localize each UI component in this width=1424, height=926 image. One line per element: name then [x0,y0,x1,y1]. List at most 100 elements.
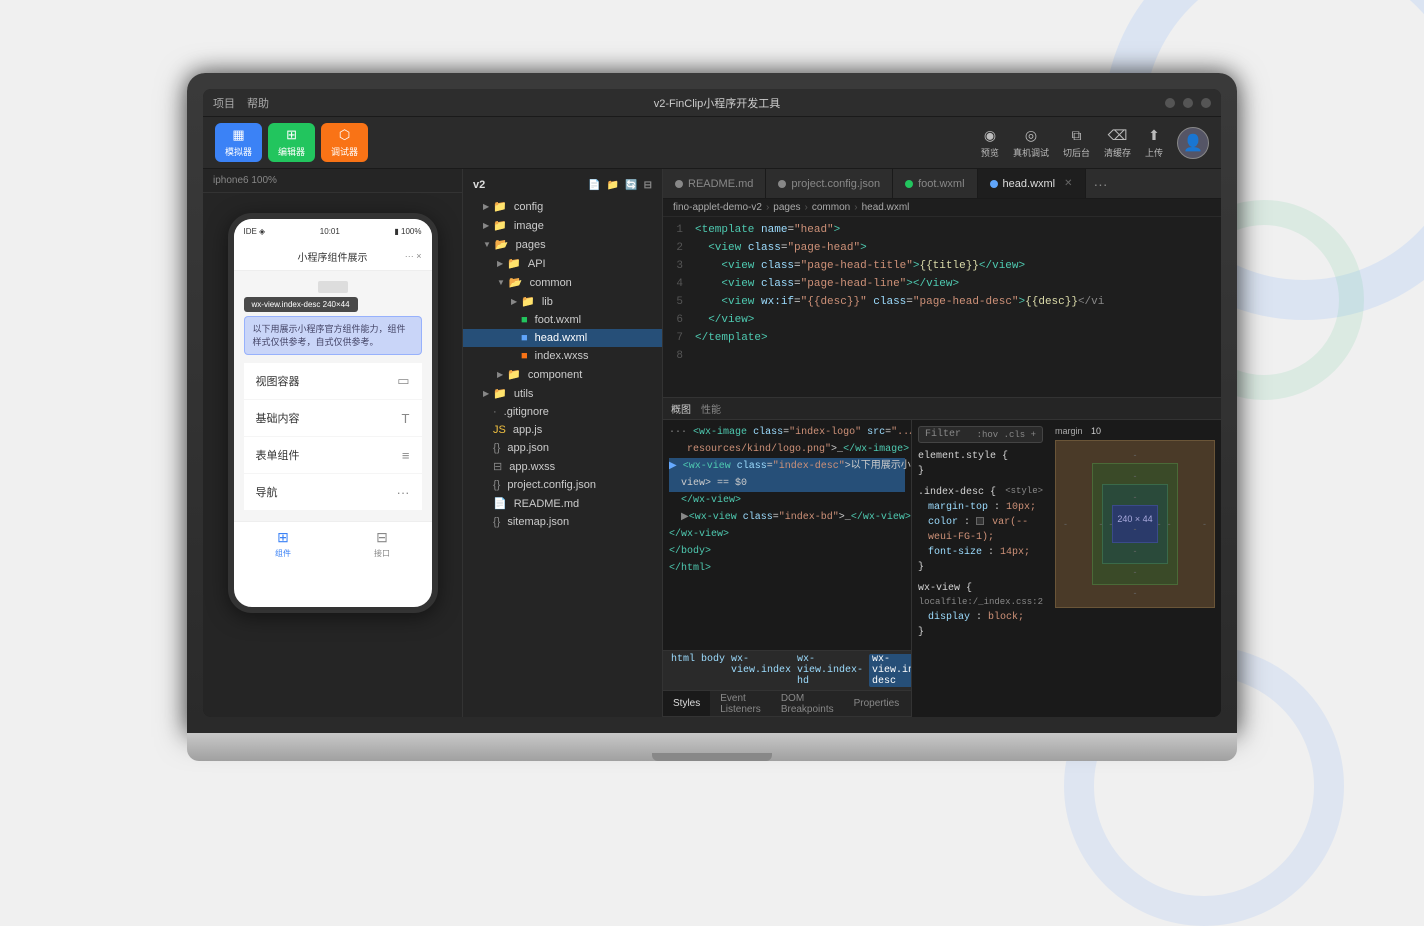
phone-menu-label-4: 导航 [256,484,278,500]
phone-nav-api[interactable]: ⊟ 接口 [333,529,432,559]
file-icon: {} [493,442,500,454]
editor-button[interactable]: ⊞ 编辑器 [268,123,315,162]
phone-title-bar: 小程序组件展示 ··· × [234,243,432,271]
clear-action[interactable]: ⌫ 清缓存 [1104,127,1131,159]
file-sitemap[interactable]: {} sitemap.json [463,513,662,531]
styles-filter[interactable]: Filter :hov .cls + [918,426,1043,443]
nav-components-icon: ⊞ [277,529,289,546]
tab-foot-wxml[interactable]: foot.wxml [893,169,977,198]
tab-more-button[interactable]: ··· [1086,169,1116,198]
preview-action[interactable]: ◉ 预览 [981,127,999,159]
file-app-wxss[interactable]: ⊟ app.wxss [463,457,662,476]
editor-breadcrumb: fino-applet-demo-v2 › pages › common › h… [663,199,1221,217]
folder-api[interactable]: ▶ 📁 API [463,254,662,273]
file-icon: {} [493,479,500,491]
styles-content: Filter :hov .cls + element.style { } [912,420,1221,717]
folder-pages[interactable]: ▼ 📂 pages [463,235,662,254]
laptop: 项目 帮助 v2-FinClip小程序开发工具 ▦ [187,73,1237,793]
dom-crumb-body[interactable]: body [701,654,725,687]
dom-crumb-html[interactable]: html [671,654,695,687]
phone-menu-item-2[interactable]: 基础内容 T [244,400,422,436]
simulator-button[interactable]: ▦ 模拟器 [215,123,262,162]
cut-action[interactable]: ⧉ 切后台 [1063,127,1090,159]
folder-arrow: ▶ [483,221,489,230]
folder-label: component [528,369,582,381]
file-app-js[interactable]: JS app.js [463,421,662,439]
folder-arrow: ▼ [483,240,491,249]
folder-component[interactable]: ▶ 📁 component [463,365,662,384]
file-readme[interactable]: 📄 README.md [463,494,662,513]
border-bottom-val: - [1133,567,1136,577]
file-gitignore[interactable]: · .gitignore [463,403,662,421]
tab-readme[interactable]: README.md [663,169,766,198]
folder-config[interactable]: ▶ 📁 config [463,197,662,216]
folder-arrow: ▶ [483,202,489,211]
new-folder-icon[interactable]: 📁 [607,180,619,191]
styles-tab-styles[interactable]: Styles [663,691,710,716]
phone-highlight-text: 以下用展示小程序官方组件能力，组件样式仅供参考，自式仅供参考。 [253,324,406,347]
styles-panel: Filter :hov .cls + element.style { } [911,420,1221,717]
folder-arrow: ▶ [497,370,503,379]
phone-menu-item-3[interactable]: 表单组件 ≡ [244,437,422,473]
box-model-title: margin [1055,426,1083,436]
upload-action[interactable]: ⬆ 上传 [1145,127,1163,159]
folder-arrow: ▶ [511,297,517,306]
margin-top-val: - [1134,450,1137,460]
file-icon: 📄 [493,497,507,510]
file-foot-wxml[interactable]: ■ foot.wxml [463,311,662,329]
maximize-button[interactable] [1183,98,1193,108]
upload-icon: ⬆ [1148,127,1160,144]
dom-crumb-hd[interactable]: wx-view.index-hd [797,654,863,687]
folder-utils[interactable]: ▶ 📁 utils [463,384,662,403]
tab-head-wxml[interactable]: head.wxml ✕ [978,169,1086,198]
file-project-config[interactable]: {} project.config.json [463,476,662,494]
debug-icon: ⬡ [339,127,350,143]
styles-tab-dom[interactable]: DOM Breakpoints [771,691,844,716]
styles-tab-events[interactable]: Event Listeners [710,691,771,716]
dom-crumb-desc[interactable]: wx-view.index-desc [869,654,911,687]
debug-button[interactable]: ⬡ 调试器 [321,123,368,162]
editor-tab-bar: README.md project.config.json foot.wxml [663,169,1221,199]
realdev-action[interactable]: ◎ 真机调试 [1013,127,1049,159]
close-button[interactable] [1201,98,1211,108]
clear-icon: ⌫ [1108,127,1128,144]
border-right-val: - [1168,519,1171,529]
file-label: app.json [507,442,549,454]
menu-project[interactable]: 项目 [213,95,235,111]
phone-menu-icon-2: T [402,411,410,426]
user-avatar[interactable]: 👤 [1177,127,1209,159]
file-head-wxml[interactable]: ■ head.wxml [463,329,662,347]
phone-menu-item-4[interactable]: 导航 ··· [244,474,422,510]
tab-project-config[interactable]: project.config.json [766,169,893,198]
folder-common[interactable]: ▼ 📂 common [463,273,662,292]
tab-close-button[interactable]: ✕ [1064,178,1072,189]
new-file-icon[interactable]: 📄 [588,180,600,191]
folder-label: API [528,258,546,270]
code-editor[interactable]: 1 <template name="head"> 2 <view class="… [663,217,1221,397]
refresh-icon[interactable]: 🔄 [625,180,637,191]
devtools-upper-tabs: 概图 性能 [663,398,1221,420]
content-dimensions: 240 × 44 [1117,514,1152,524]
collapse-icon[interactable]: ⊟ [644,180,652,191]
box-model: margin 10 - - [1055,426,1215,711]
minimize-button[interactable] [1165,98,1175,108]
folder-lib[interactable]: ▶ 📁 lib [463,292,662,311]
file-explorer-header: v2 📄 📁 🔄 ⊟ [463,173,662,197]
file-app-json[interactable]: {} app.json [463,439,662,457]
folder-image[interactable]: ▶ 📁 image [463,216,662,235]
tab-perf[interactable]: 性能 [701,401,721,416]
folder-arrow: ▶ [497,259,503,268]
toolbar-actions: ◉ 预览 ◎ 真机调试 ⧉ 切后台 ⌫ 清缓存 [981,127,1209,159]
menu-help[interactable]: 帮助 [247,95,269,111]
dom-crumb-index[interactable]: wx-view.index [731,654,791,687]
file-label: foot.wxml [535,314,581,326]
phone-menu-item-1[interactable]: 视图容器 ▭ [244,363,422,399]
cut-icon: ⧉ [1071,127,1081,144]
phone-nav-components[interactable]: ⊞ 组件 [234,529,333,559]
styles-tab-props[interactable]: Properties [844,691,910,716]
file-index-wxss[interactable]: ■ index.wxss [463,347,662,365]
folder-icon: 📁 [507,257,521,270]
upload-label: 上传 [1145,146,1163,159]
styles-rule-index-desc: .index-desc { <style> margin-top : 10px; [918,485,1043,575]
tab-overview[interactable]: 概图 [671,401,691,416]
